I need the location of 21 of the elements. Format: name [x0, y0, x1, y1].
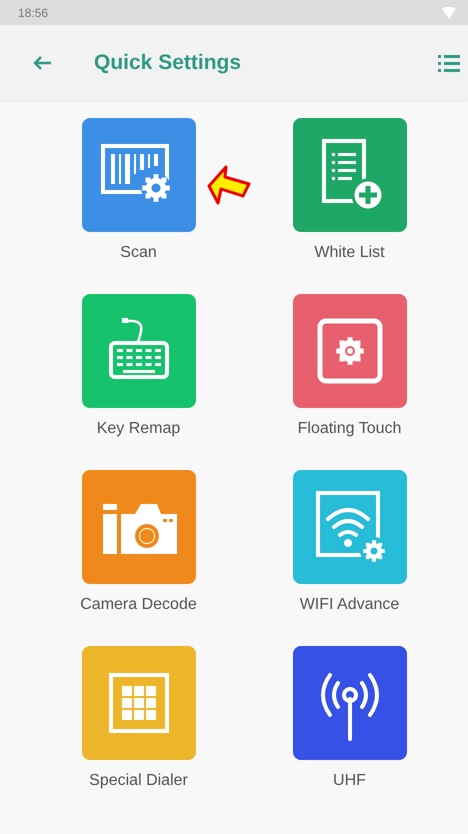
- tile-label: Special Dialer: [89, 772, 188, 790]
- status-time: 18:56: [18, 6, 48, 20]
- tile-label: Floating Touch: [298, 420, 402, 438]
- app-tile-button[interactable]: [292, 646, 406, 760]
- tile-label: UHF: [333, 772, 366, 790]
- app-tile-button[interactable]: [292, 294, 406, 408]
- app-tile-button[interactable]: [82, 294, 196, 408]
- app-tile-button[interactable]: [292, 470, 406, 584]
- tile-label: Camera Decode: [80, 596, 197, 614]
- tile-label: Scan: [120, 244, 157, 262]
- tile-label: White List: [314, 244, 385, 262]
- wifi-signal-icon: [442, 6, 456, 18]
- app-tile-button[interactable]: [292, 118, 406, 232]
- back-arrow-icon[interactable]: [32, 54, 52, 70]
- tile-label: WIFI Advance: [300, 596, 400, 614]
- tile-label: Key Remap: [96, 420, 180, 438]
- app-tile-button[interactable]: [82, 118, 196, 232]
- screen-title: Quick Settings: [94, 50, 242, 74]
- app-tile-button[interactable]: [82, 470, 196, 584]
- list-menu-icon[interactable]: [438, 54, 460, 72]
- app-tile-button[interactable]: [82, 646, 196, 760]
